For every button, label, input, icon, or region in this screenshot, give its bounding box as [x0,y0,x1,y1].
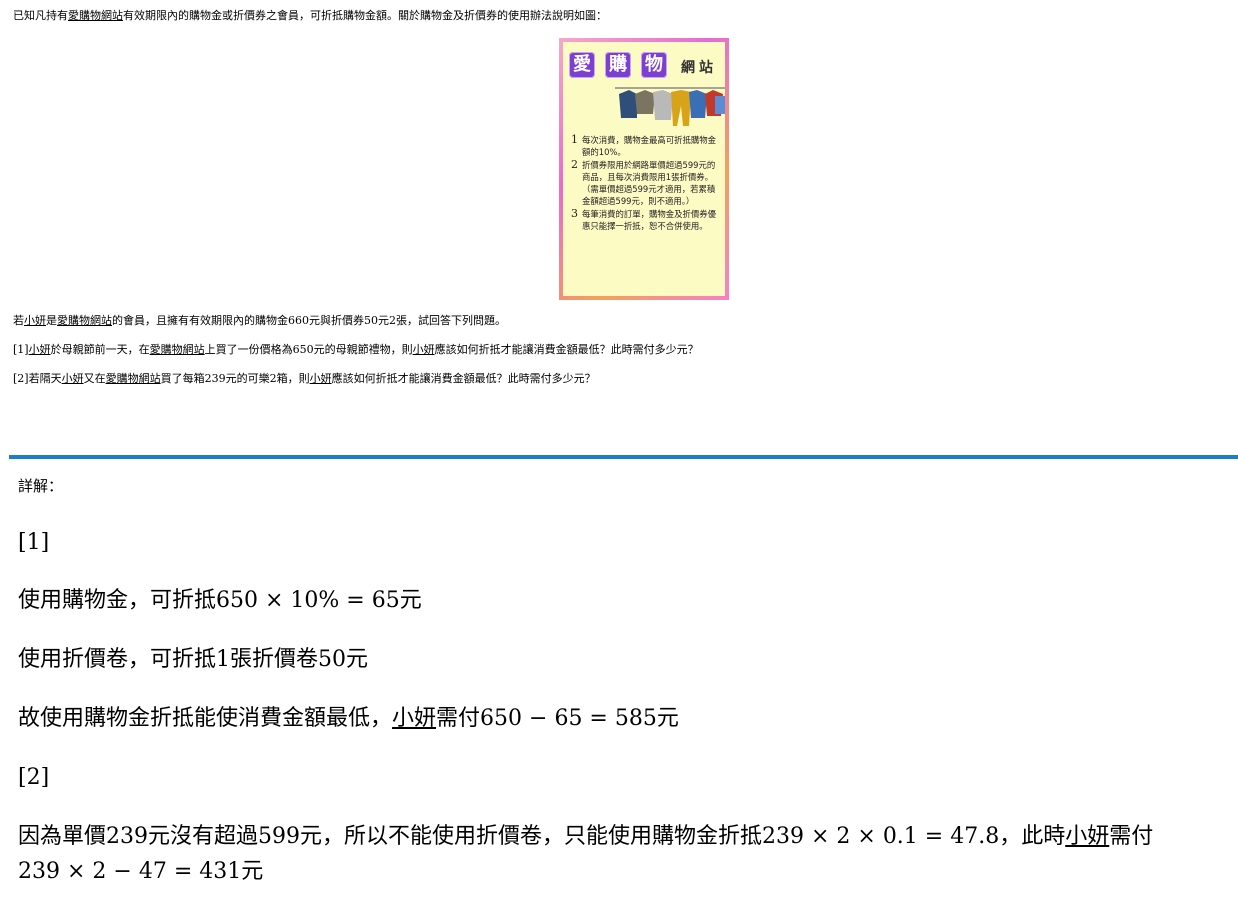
shopping-site-poster: 愛 購 物 網站 1 每次消費，購物金最高可折抵購物金額的10%。 2 折價券限… [559,38,729,300]
solution-line: 使用折價卷，可折抵1張折價卷50元 [18,647,368,672]
setup-text: 是 [46,314,57,327]
clothes-rack-illustration [615,87,725,126]
solution-text: 需付650 − 65 = 585元 [436,706,679,731]
question-text: 上買了一份價格為650元的母親節禮物，則 [204,343,413,356]
poster-rules: 1 每次消費，購物金最高可折抵購物金額的10%。 2 折價券限用於網路單價超過5… [571,134,721,233]
rule-item: 1 每次消費，購物金最高可折抵購物金額的10%。 [571,134,721,158]
intro-text: 有效期限內的購物金或折價券之會員，可折抵購物金額。關於購物金及折價券的使用辦法說… [123,9,607,22]
question-text: [2]若隔天 [13,372,62,385]
intro-text: 已知凡持有 [13,9,68,22]
poster-panel: 愛 購 物 網站 1 每次消費，購物金最高可折抵購物金額的10%。 2 折價券限… [563,42,725,296]
site-name: 愛購物網站 [68,9,123,22]
logo-char: 愛 [569,52,595,78]
site-name: 愛購物網站 [149,343,205,356]
rule-item: 3 每筆消費的訂單，購物金及折價券優惠只能擇一折抵，恕不合併使用。 [571,208,721,232]
question-text: 應該如何折抵才能讓消費金額最低？此時需付多少元？ [331,372,596,385]
question-text: 應該如何折抵才能讓消費金額最低？此時需付多少元？ [434,343,699,356]
person-name: 小妍 [24,314,46,327]
person-name: 小妍 [1065,824,1110,849]
logo-char: 購 [605,52,631,78]
question-2: [2]若隔天小妍又在愛購物網站買了每箱239元的可樂2箱，則小妍應該如何折抵才能… [13,372,596,385]
site-name: 愛購物網站 [105,372,161,385]
person-name: 小妍 [309,372,332,385]
rule-text: 每筆消費的訂單，購物金及折價券優惠只能擇一折抵，恕不合併使用。 [582,209,716,231]
part-1-label: [1] [18,530,50,555]
person-name: 小妍 [392,706,437,731]
solution-line: 使用購物金，可折抵650 × 10% = 65元 [18,588,422,613]
rule-text: 折價券限用於網路單價超過599元的商品，且每次消費限用1張折價券。（需單價超過5… [582,160,716,206]
solution-line: 239 × 2 − 47 = 431元 [18,859,264,884]
problem-intro: 已知凡持有愛購物網站有效期限內的購物金或折價券之會員，可折抵購物金額。關於購物金… [13,9,607,22]
problem-setup: 若小妍是愛購物網站的會員，且擁有有效期限內的購物金660元與折價券50元2張，試… [13,314,506,327]
rule-number: 2 [571,158,578,171]
person-name: 小妍 [61,372,84,385]
solution-line: 因為單價239元沒有超過599元，所以不能使用折價卷，只能使用購物金折抵239 … [18,820,1153,854]
section-divider [9,455,1238,459]
rule-item: 2 折價券限用於網路單價超過599元的商品，且每次消費限用1張折價券。（需單價超… [571,159,721,207]
solution-heading: 詳解： [18,477,64,495]
poster-site-label: 網站 [681,60,717,76]
person-name: 小妍 [412,343,435,356]
solution-text: 因為單價239元沒有超過599元，所以不能使用折價卷，只能使用購物金折抵239 … [18,824,1066,849]
setup-text: 若 [13,314,24,327]
setup-text: 的會員，且擁有有效期限內的購物金660元與折價券50元2張，試回答下列問題。 [112,314,506,327]
part-2-label: [2] [18,765,50,790]
solution-text: 需付 [1109,824,1154,849]
solution-line: 故使用購物金折抵能使消費金額最低，小妍需付650 − 65 = 585元 [18,702,679,736]
logo-char: 物 [641,52,667,78]
question-text: 於母親節前一天，在 [50,343,150,356]
rule-text: 每次消費，購物金最高可折抵購物金額的10%。 [582,135,716,157]
question-text: [1] [13,343,29,356]
site-name: 愛購物網站 [57,314,112,327]
solution-text: 故使用購物金折抵能使消費金額最低， [18,706,393,731]
question-text: 買了每箱239元的可樂2箱，則 [160,372,310,385]
rule-number: 1 [571,133,578,146]
person-name: 小妍 [28,343,51,356]
question-text: 又在 [83,372,106,385]
rule-number: 3 [571,207,578,220]
poster-logo: 愛 購 物 [569,52,667,78]
question-1: [1]小妍於母親節前一天，在愛購物網站上買了一份價格為650元的母親節禮物，則小… [13,343,699,356]
